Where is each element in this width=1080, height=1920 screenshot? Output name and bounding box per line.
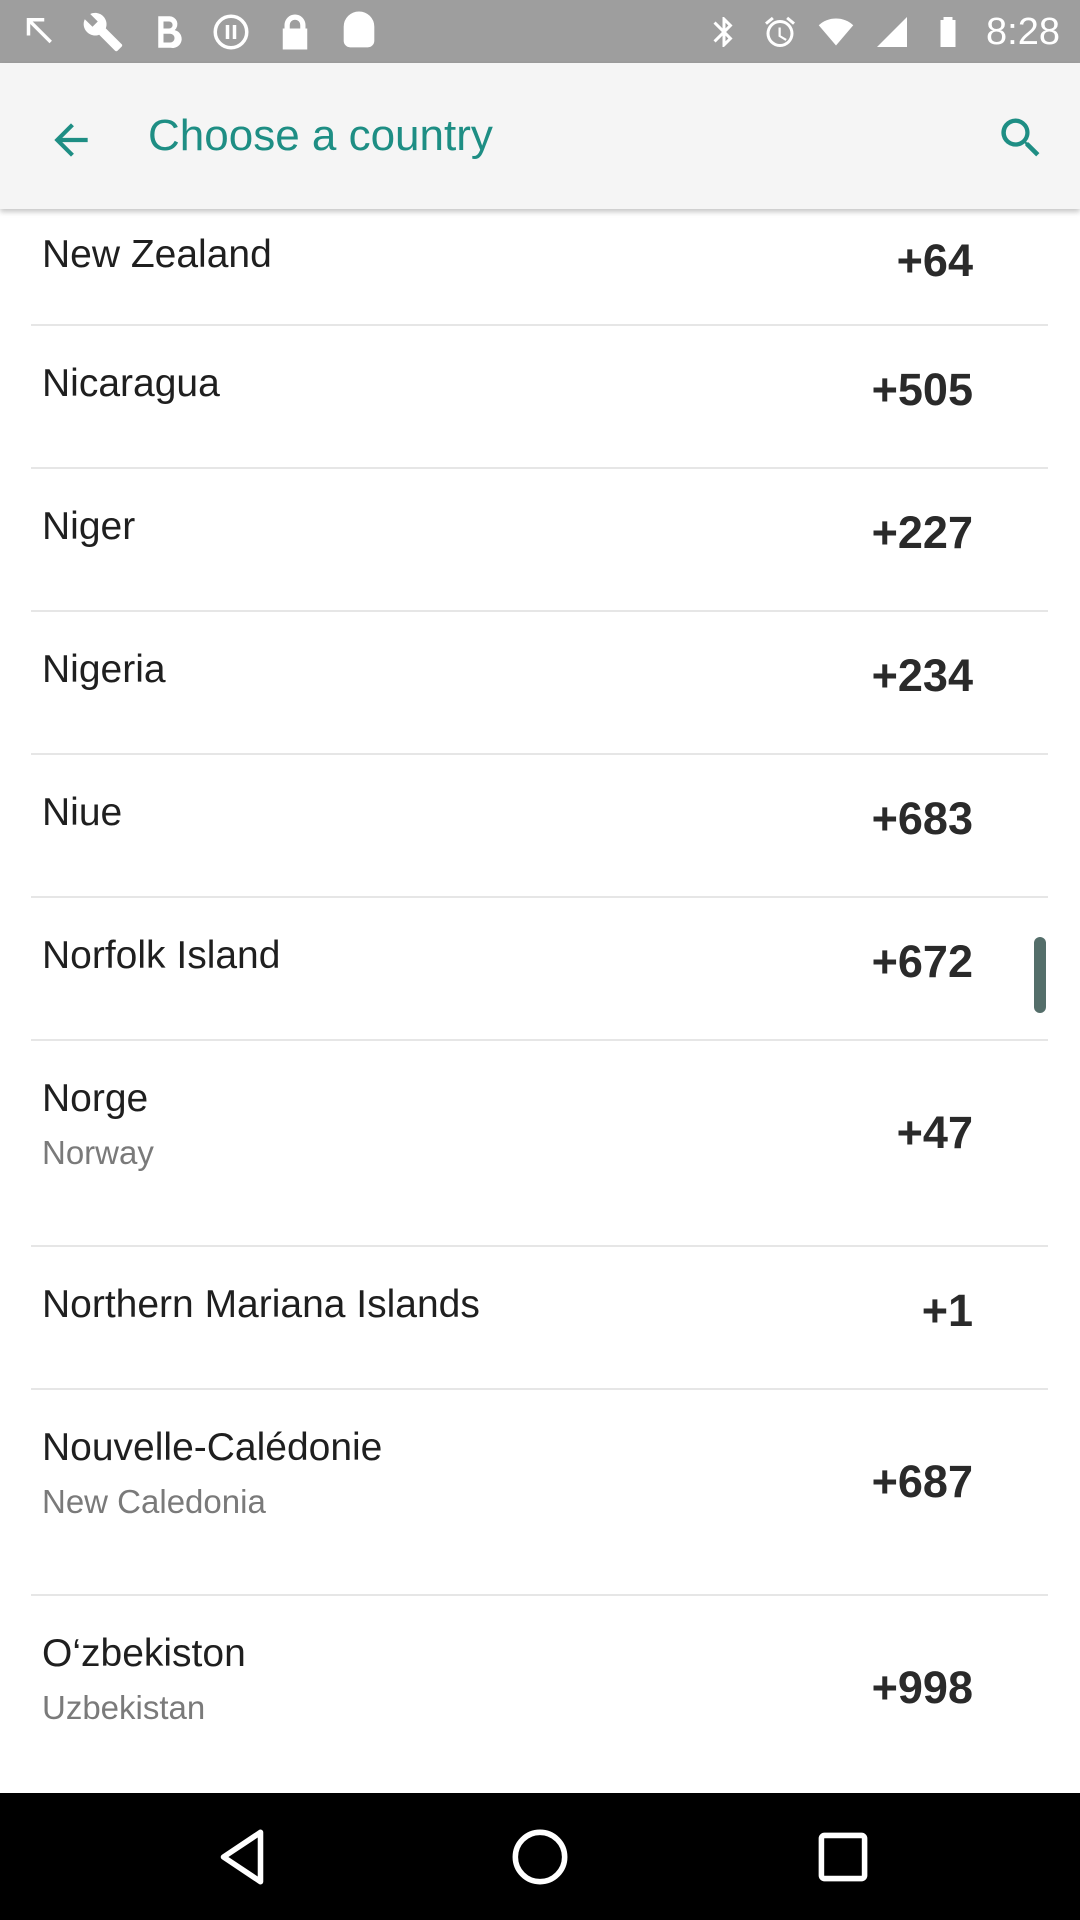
country-row-niger[interactable]: Niger +227 [0, 469, 1080, 612]
country-code: +234 [871, 650, 973, 701]
country-name: Niger [42, 505, 136, 548]
country-row-norge[interactable]: Norge Norway +47 [0, 1041, 1080, 1247]
country-subtitle: Norway [42, 1134, 154, 1171]
country-row-niue[interactable]: Niue +683 [0, 755, 1080, 898]
bold-b-icon [158, 16, 182, 48]
country-name: O‘zbekiston [42, 1632, 246, 1675]
country-row-nouvelle-caledonie[interactable]: Nouvelle-Calédonie New Caledonia +687 [0, 1390, 1080, 1596]
nav-home-icon[interactable] [503, 1820, 577, 1894]
country-code: +1 [921, 1285, 973, 1336]
status-bar: 8:28 [0, 0, 1080, 63]
country-row-nigeria[interactable]: Nigeria +234 [0, 612, 1080, 755]
search-button[interactable] [986, 103, 1056, 173]
bluetooth-icon [713, 17, 733, 47]
media-icon [213, 14, 249, 50]
country-code: +672 [871, 936, 973, 987]
nav-recents-icon[interactable] [806, 1820, 880, 1894]
status-notifications [18, 8, 380, 56]
lock-icon [282, 14, 308, 50]
back-button[interactable] [36, 105, 106, 175]
country-row-norfolk-island[interactable]: Norfolk Island +672 [0, 898, 1080, 1041]
search-icon [1001, 118, 1040, 157]
country-name: Northern Mariana Islands [42, 1283, 480, 1326]
country-name: New Zealand [42, 233, 272, 276]
battery-icon [940, 17, 956, 47]
wifi-icon [818, 18, 854, 46]
country-name: Niue [42, 791, 123, 834]
country-row-new-zealand[interactable]: New Zealand +64 [0, 209, 1080, 326]
country-code: +505 [871, 364, 973, 415]
country-name: Nouvelle-Calédonie [42, 1426, 383, 1469]
country-row-ozbekiston[interactable]: O‘zbekiston Uzbekistan +998 [0, 1596, 1080, 1793]
country-code: +687 [871, 1456, 973, 1507]
wrench-icon [83, 12, 123, 52]
status-time: 8:28 [986, 10, 1060, 53]
alarm-icon [765, 16, 796, 47]
page-title: Choose a country [148, 111, 493, 160]
country-row-nicaragua[interactable]: Nicaragua +505 [0, 326, 1080, 469]
country-row-northern-mariana-islands[interactable]: Northern Mariana Islands +1 [0, 1247, 1080, 1390]
country-name: Nigeria [42, 648, 166, 691]
signal-icon [877, 17, 908, 47]
country-name: Nicaragua [42, 362, 220, 405]
country-code: +998 [871, 1662, 973, 1713]
notification-arrow-icon [26, 18, 52, 44]
android-icon [343, 11, 375, 48]
app-bar: Choose a country [0, 63, 1080, 209]
country-name: Norfolk Island [42, 934, 281, 977]
country-code: +47 [896, 1107, 973, 1158]
country-code: +683 [871, 793, 973, 844]
country-subtitle: New Caledonia [42, 1483, 266, 1520]
country-code: +64 [896, 235, 973, 286]
arrow-back-icon [54, 123, 88, 157]
navigation-bar [0, 1793, 1080, 1920]
country-code: +227 [871, 507, 973, 558]
country-subtitle: Uzbekistan [42, 1689, 206, 1726]
nav-back-icon[interactable] [205, 1820, 279, 1894]
country-name: Norge [42, 1077, 149, 1120]
status-system: 8:28 [706, 8, 1060, 56]
scrollbar-thumb[interactable] [1034, 937, 1046, 1013]
country-list[interactable]: New Zealand +64 Nicaragua +505 Niger +22… [0, 209, 1080, 1793]
